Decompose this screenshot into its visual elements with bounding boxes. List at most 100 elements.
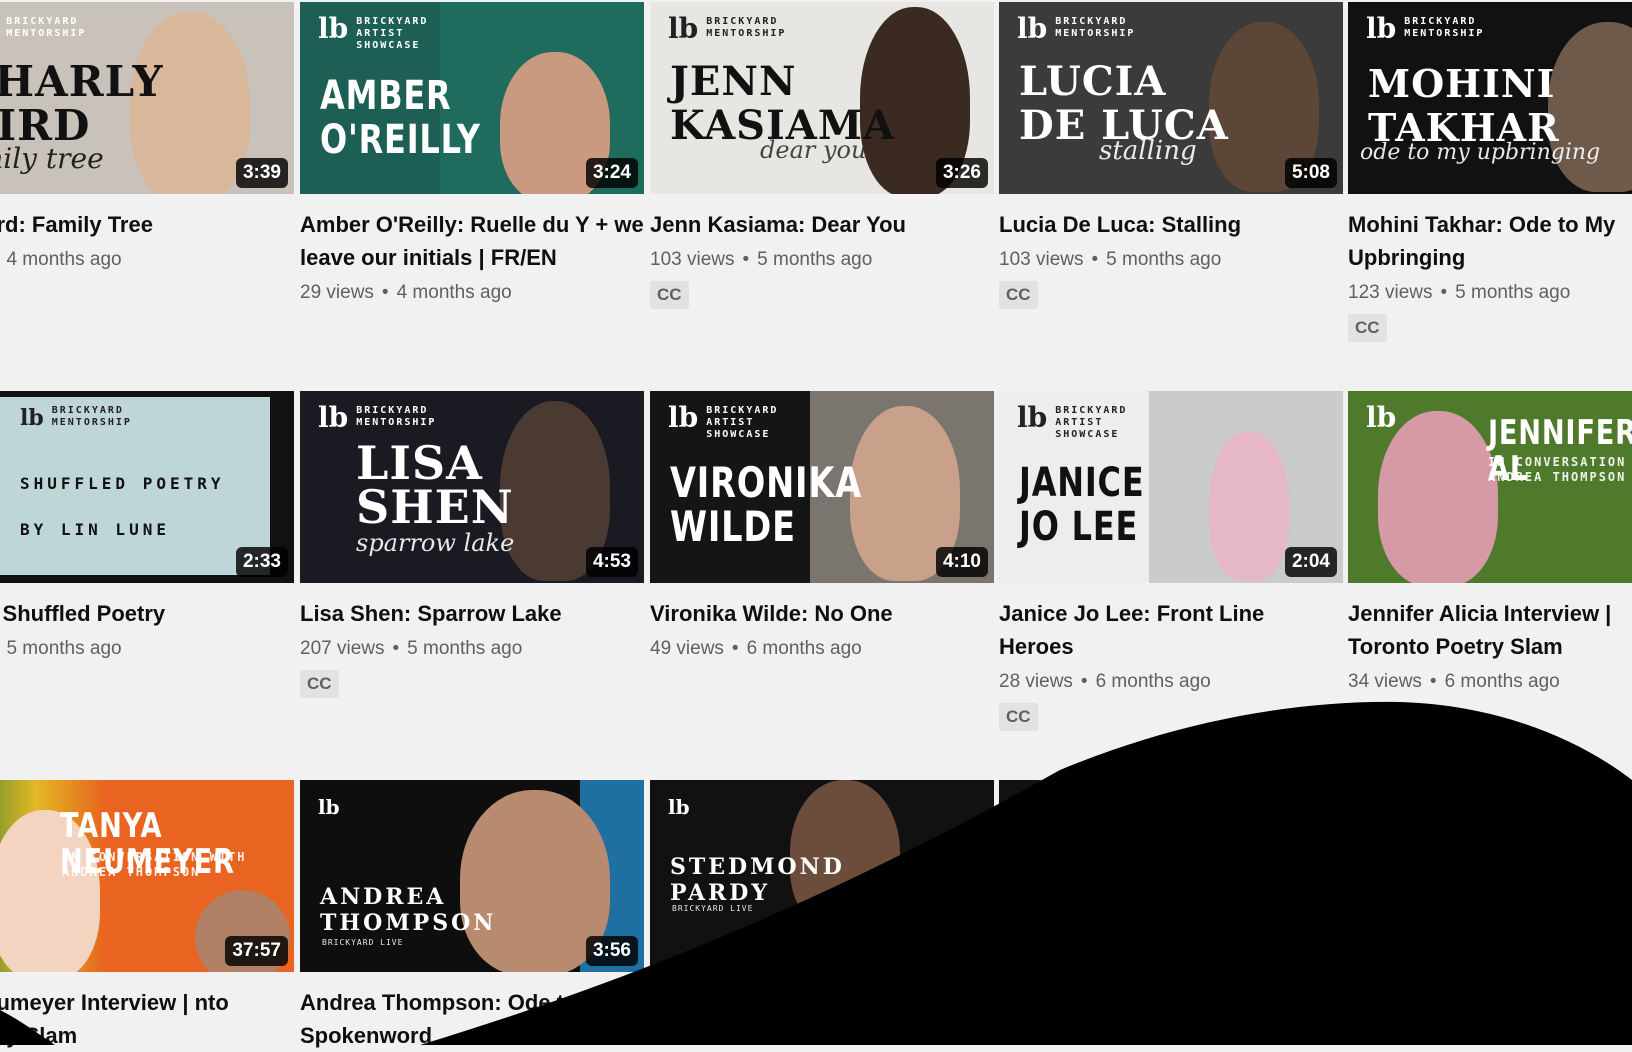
video-card[interactable]: lb BRICKYARD MENTORSHIP SHUFFLED POETRY B… <box>0 391 294 662</box>
video-thumbnail[interactable]: lb BRICKYARD MENTORSHIP LISA SHEN sparrow… <box>300 391 644 583</box>
logo-text: BRICKYARD MENTORSHIP <box>6 16 87 39</box>
video-thumbnail[interactable] <box>999 780 1343 972</box>
video-card[interactable]: lb ANDREA THOMPSON BRICKYARD LIVE 3:56 A… <box>300 780 644 1052</box>
video-title[interactable]: Vironika Wilde: No One <box>650 597 994 630</box>
brickyard-logo: lb <box>668 794 690 820</box>
video-card[interactable]: lb BRICKYARD MENTORSHIP MOHINI TAKHAR ode… <box>1348 2 1632 342</box>
video-meta: 103 views • 5 months ago <box>650 247 994 273</box>
video-title[interactable]: Jenn Kasiama: Dear You <box>650 208 994 241</box>
video-card[interactable]: lb JENNIFER AL IN CONVERSATION W ANDREA … <box>1348 391 1632 695</box>
brickyard-logo-mark: lb <box>318 401 349 434</box>
video-thumbnail[interactable]: lb BRICKYARD MENTORSHIP JENN KASIAMA dear… <box>650 2 994 194</box>
poster-name: JANICE JO LEE <box>1019 460 1145 550</box>
logo-text: BRICKYARD MENTORSHIP <box>1404 16 1485 39</box>
logo-text: BRICKYARD MENTORSHIP <box>51 405 132 428</box>
poster-name: JENN KASIAMA <box>670 58 896 149</box>
duration-badge: 4:10 <box>935 547 988 577</box>
duration-badge: 3:56 <box>585 936 638 966</box>
video-card[interactable] <box>1348 780 1632 972</box>
duration-badge: 3:24 <box>585 158 638 188</box>
thumbnail-photo <box>1378 411 1498 583</box>
video-meta: 103 views • 5 months ago <box>999 247 1343 273</box>
meta-separator: • <box>1440 282 1448 303</box>
video-card[interactable]: lb BRICKYARD ARTIST SHOWCASE JANICE JO LE… <box>999 391 1343 731</box>
video-thumbnail[interactable]: lb BRICKYARD ARTIST SHOWCASE AMBER O'REIL… <box>300 2 644 194</box>
poster-name: VIRONIKA WILDE <box>670 458 863 551</box>
video-title[interactable]: une: Shuffled Poetry <box>0 597 294 630</box>
upload-age: 5 months ago <box>1106 249 1222 270</box>
poster-subtitle: BRICKYARD LIVE <box>322 938 404 947</box>
view-count: 49 views <box>650 638 724 659</box>
upload-age: 5 months ago <box>757 249 873 270</box>
video-thumbnail[interactable]: lb BRICKYARD MENTORSHIP SHUFFLED POETRY B… <box>0 391 294 583</box>
poster-subtitle: dear you <box>760 136 867 164</box>
video-title[interactable]: Janice Jo Lee: Front Line Heroes <box>999 597 1343 663</box>
video-card[interactable]: lb BRICKYARD ARTIST SHOWCASE AMBER O'REIL… <box>300 2 644 306</box>
poster-subtitle: amily tree <box>0 142 104 175</box>
logo-text: BRICKYARD MENTORSHIP <box>1055 16 1136 39</box>
video-meta: 49 views • 6 months ago <box>650 636 994 662</box>
brickyard-logo: lbBRICKYARD MENTORSHIP <box>0 16 86 42</box>
upload-age: 5 months ago <box>6 638 122 659</box>
video-card[interactable]: lbBRICKYARD MENTORSHIP CHARLY BIRD amily… <box>0 2 294 273</box>
video-card[interactable]: lb BRICKYARD MENTORSHIP JENN KASIAMA dear… <box>650 2 994 309</box>
video-thumbnail[interactable]: lbBRICKYARD MENTORSHIP CHARLY BIRD amily… <box>0 2 294 194</box>
logo-text: BRICKYARD MENTORSHIP <box>706 16 787 39</box>
duration-badge: 5:08 <box>1284 158 1337 188</box>
poster-name: STEDMOND PARDY <box>670 854 845 906</box>
video-card[interactable]: TANYA NEUMEYER IN CONVERSATION WITH ANDR… <box>0 780 294 1052</box>
brickyard-logo-mark: lb <box>1017 401 1048 434</box>
brickyard-logo-mark: lb <box>1366 401 1397 434</box>
brickyard-logo-mark: lb <box>1017 12 1048 45</box>
video-title[interactable]: Lucia De Luca: Stalling <box>999 208 1343 241</box>
video-thumbnail[interactable]: lb BRICKYARD ARTIST SHOWCASE JANICE JO LE… <box>999 391 1343 583</box>
video-title[interactable]: Andrea Thompson: Ode to Spokenword <box>300 986 644 1052</box>
video-card[interactable]: lb STEDMOND PARDY BRICKYARD LIVE <box>650 780 994 972</box>
brickyard-logo: lb BRICKYARD ARTIST SHOWCASE <box>668 404 779 441</box>
logo-text: BRICKYARD ARTIST SHOWCASE <box>706 405 779 440</box>
logo-text: BRICKYARD ARTIST SHOWCASE <box>356 16 429 51</box>
video-title[interactable]: Jennifer Alicia Interview | Toronto Poet… <box>1348 597 1632 663</box>
video-card[interactable]: lb BRICKYARD MENTORSHIP LUCIA DE LUCA sta… <box>999 2 1343 309</box>
video-thumbnail[interactable] <box>1348 780 1632 972</box>
video-meta: ews•4 months ago <box>0 247 294 273</box>
meta-separator: • <box>742 249 750 270</box>
view-count: 28 views <box>999 671 1073 692</box>
video-card[interactable]: lb BRICKYARD ARTIST SHOWCASE VIRONIKA WIL… <box>650 391 994 662</box>
video-thumbnail[interactable]: TANYA NEUMEYER IN CONVERSATION WITH ANDR… <box>0 780 294 972</box>
brickyard-logo: lb <box>318 794 340 820</box>
video-title[interactable]: a Neumeyer Interview | nto Poetry Slam <box>0 986 294 1052</box>
upload-age: 5 months ago <box>407 638 523 659</box>
view-count: 34 views <box>1348 671 1422 692</box>
brickyard-logo: lb BRICKYARD ARTIST SHOWCASE <box>318 15 429 52</box>
poster-subtitle: ode to my upbringing <box>1360 140 1601 165</box>
meta-separator: • <box>1091 249 1099 270</box>
brickyard-logo: lbBRICKYARD MENTORSHIP <box>668 15 787 43</box>
video-card[interactable]: lb BRICKYARD MENTORSHIP LISA SHEN sparrow… <box>300 391 644 698</box>
poster-subtitle: stalling <box>1099 136 1197 166</box>
video-thumbnail[interactable]: lb BRICKYARD MENTORSHIP LUCIA DE LUCA sta… <box>999 2 1343 194</box>
brickyard-logo: lb <box>1366 401 1397 434</box>
meta-separator: • <box>1429 671 1437 692</box>
video-title[interactable]: Mohini Takhar: Ode to My Upbringing <box>1348 208 1632 274</box>
poster-name: CHARLY BIRD <box>0 57 164 150</box>
video-title[interactable]: Amber O'Reilly: Ruelle du Y + we leave o… <box>300 208 644 274</box>
video-thumbnail[interactable]: lb ANDREA THOMPSON BRICKYARD LIVE 3:56 <box>300 780 644 972</box>
poster-subtitle: BRICKYARD LIVE <box>672 904 754 913</box>
video-thumbnail[interactable]: lb BRICKYARD ARTIST SHOWCASE VIRONIKA WIL… <box>650 391 994 583</box>
video-meta: 34 views • 6 months ago <box>1348 669 1632 695</box>
video-card[interactable] <box>999 780 1343 972</box>
brickyard-logo-mark: lb <box>318 795 340 819</box>
poster-subtitle: sparrow lake <box>356 529 515 557</box>
upload-age: 6 months ago <box>1444 671 1560 692</box>
video-thumbnail[interactable]: lb STEDMOND PARDY BRICKYARD LIVE <box>650 780 994 972</box>
video-thumbnail[interactable]: lb BRICKYARD MENTORSHIP MOHINI TAKHAR ode… <box>1348 2 1632 194</box>
brickyard-logo-mark: lb <box>668 795 690 819</box>
upload-age: 6 months ago <box>746 638 862 659</box>
poster-name: AMBER O'REILLY <box>320 73 481 163</box>
view-count: 29 views <box>300 282 374 303</box>
video-title[interactable]: Lisa Shen: Sparrow Lake <box>300 597 644 630</box>
video-title[interactable]: ly Bird: Family Tree <box>0 208 294 241</box>
video-thumbnail[interactable]: lb JENNIFER AL IN CONVERSATION W ANDREA … <box>1348 391 1632 583</box>
poster-subtitle: IN CONVERSATION W ANDREA THOMPSON <box>1488 455 1627 484</box>
